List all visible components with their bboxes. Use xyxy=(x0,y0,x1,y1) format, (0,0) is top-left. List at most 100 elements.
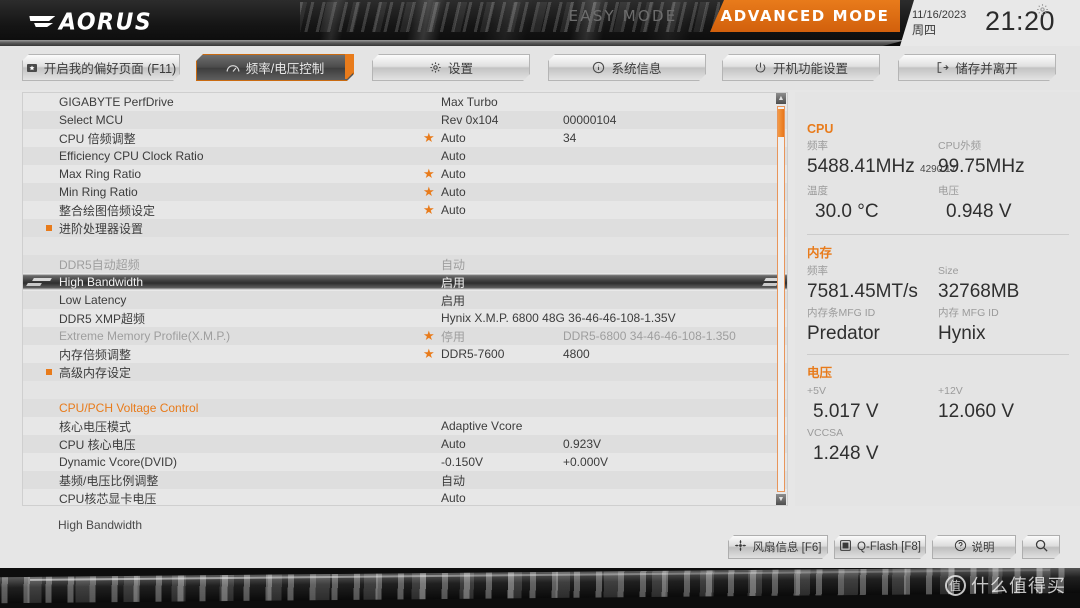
voltage-12v-value: 12.060 V xyxy=(938,401,1015,422)
row-label: Max Ring Ratio xyxy=(59,167,142,181)
row-value[interactable]: Auto xyxy=(441,149,466,163)
row-value[interactable]: Auto xyxy=(441,131,466,145)
memory-module-mfg-caption: 内存条MFG ID xyxy=(807,307,876,319)
row-value[interactable]: 自动 xyxy=(441,256,465,273)
row-value[interactable]: Auto xyxy=(441,167,466,181)
settings-row[interactable]: Dynamic Vcore(DVID) -0.150V +0.000V xyxy=(23,453,787,471)
settings-row[interactable]: Min Ring Ratio ★ Auto xyxy=(23,183,787,201)
row-label: Min Ring Ratio xyxy=(59,185,138,199)
tab-label: 设置 xyxy=(447,62,473,76)
aorus-logo: AORUS xyxy=(28,8,152,36)
settings-row[interactable]: 高级内存设定 xyxy=(23,363,787,381)
row-value[interactable]: Auto xyxy=(441,185,466,199)
gear-icon[interactable] xyxy=(1036,3,1049,16)
row-value[interactable]: 自动 xyxy=(441,472,465,489)
row-value[interactable]: Rev 0x104 xyxy=(441,113,498,127)
tab-label: 系统信息 xyxy=(611,62,662,76)
settings-row[interactable]: DDR5自动超频 自动 xyxy=(23,255,787,273)
tab-label: 开启我的偏好页面 (F11) xyxy=(43,62,177,76)
tab-boot[interactable]: 开机功能设置 xyxy=(722,54,880,81)
cpu-section-title: CPU xyxy=(807,122,834,136)
row-label: Low Latency xyxy=(59,293,127,307)
row-value[interactable]: Max Turbo xyxy=(441,95,498,109)
voltage-12v-caption: +12V xyxy=(938,385,963,397)
row-label: Dynamic Vcore(DVID) xyxy=(59,455,178,469)
favorite-star-icon[interactable]: ★ xyxy=(423,347,436,360)
settings-row-selected[interactable]: High Bandwidth 启用 xyxy=(23,273,787,291)
search-button[interactable] xyxy=(1022,535,1060,559)
scroll-down-icon[interactable]: ▼ xyxy=(776,494,786,505)
settings-row[interactable]: Extreme Memory Profile(X.M.P.) ★ 停用 DDR5-68… xyxy=(23,327,787,345)
row-value[interactable]: Auto xyxy=(441,203,466,217)
list-scrollbar[interactable]: ▲ ▼ xyxy=(775,93,787,505)
row-value[interactable]: 启用 xyxy=(441,292,465,309)
scrollbar-thumb[interactable] xyxy=(778,109,784,137)
row-secondary-value: 34 xyxy=(563,131,577,145)
row-value[interactable]: Auto xyxy=(441,491,466,505)
easy-mode-tab[interactable]: EASY MODE xyxy=(548,4,698,28)
tab-save-exit[interactable]: 储存并离开 xyxy=(898,54,1056,81)
row-value[interactable]: -0.150V xyxy=(441,455,483,469)
tab-settings[interactable]: 设置 xyxy=(372,54,530,81)
row-value[interactable]: 启用 xyxy=(441,274,465,291)
qflash-button[interactable]: Q-Flash [F8] xyxy=(834,535,926,559)
settings-row[interactable]: GIGABYTE PerfDrive Max Turbo xyxy=(23,93,787,111)
list-spacer xyxy=(23,237,787,255)
memory-dram-mfg-field: 内存 MFG ID Hynix xyxy=(938,306,1069,346)
settings-row[interactable]: 整合绘图倍频设定 ★ Auto xyxy=(23,201,787,219)
settings-row[interactable]: Select MCU Rev 0x104 00000104 xyxy=(23,111,787,129)
app-header: AORUS EASY MODE ADVANCED MODE 11/16/2023… xyxy=(0,0,1080,46)
favorite-star-icon[interactable]: ★ xyxy=(423,329,436,342)
scrollbar-track[interactable] xyxy=(777,106,785,492)
cpu-voltage-field: 电压 0.948 V xyxy=(938,184,1069,224)
row-secondary-value: DDR5-6800 34-46-46-108-1.350 xyxy=(563,329,736,343)
tab-label: 储存并离开 xyxy=(955,62,1018,76)
favorite-star-icon[interactable]: ★ xyxy=(423,185,436,198)
settings-row[interactable]: Max Ring Ratio ★ Auto xyxy=(23,165,787,183)
settings-row[interactable]: CPU 核心电压 Auto 0.923V xyxy=(23,435,787,453)
tab-favorites[interactable]: 开启我的偏好页面 (F11) xyxy=(22,54,180,81)
button-label: 风扇信息 [F6] xyxy=(752,542,822,554)
settings-row[interactable]: 进阶处理器设置 xyxy=(23,219,787,237)
settings-row[interactable]: CPU核芯显卡电压 Auto xyxy=(23,489,787,506)
row-value[interactable]: 停用 xyxy=(441,328,465,345)
voltage-5v-value: 5.017 V xyxy=(813,401,879,422)
memory-size-value: 32768MB xyxy=(938,281,1020,302)
tab-tweaker[interactable]: 频率/电压控制 xyxy=(196,54,354,81)
favorite-star-icon[interactable]: ★ xyxy=(423,203,436,216)
settings-row[interactable]: 内存倍频调整 ★ DDR5-7600 4800 xyxy=(23,345,787,363)
settings-row[interactable]: Efficiency CPU Clock Ratio Auto xyxy=(23,147,787,165)
settings-row[interactable]: 基频/电压比例调整 自动 xyxy=(23,471,787,489)
row-label: CPU/PCH Voltage Control xyxy=(59,401,199,415)
settings-row[interactable]: CPU 倍频调整 ★ Auto 34 xyxy=(23,129,787,147)
settings-row[interactable]: 核心电压模式 Adaptive Vcore xyxy=(23,417,787,435)
row-label: CPU核芯显卡电压 xyxy=(59,491,157,506)
help-button[interactable]: 说明 xyxy=(932,535,1016,559)
question-icon xyxy=(954,539,967,555)
settings-row[interactable]: DDR5 XMP超频 Hynix X.M.P. 6800 48G 36-46-46… xyxy=(23,309,787,327)
cpu-frequency-field: 频率 5488.41MHz 4290.17 xyxy=(807,139,956,182)
row-value[interactable]: DDR5-7600 xyxy=(441,347,504,361)
row-label: Efficiency CPU Clock Ratio xyxy=(59,149,204,163)
row-value[interactable]: Adaptive Vcore xyxy=(441,419,522,433)
row-value[interactable]: Hynix X.M.P. 6800 48G 36-46-46-108-1.35V xyxy=(441,311,676,325)
settings-row[interactable]: Low Latency 启用 xyxy=(23,291,787,309)
tab-system-info[interactable]: 系统信息 xyxy=(548,54,706,81)
memory-frequency-value: 7581.45MT/s xyxy=(807,281,918,302)
status-help-text: High Bandwidth xyxy=(58,518,143,532)
panel-divider-1 xyxy=(807,234,1069,235)
exit-icon xyxy=(936,61,949,74)
voltage-vccsa-value: 1.248 V xyxy=(813,443,879,464)
system-date: 11/16/2023 周四 xyxy=(912,8,966,38)
voltage-section-title: 电压 xyxy=(807,366,833,380)
settings-section-header[interactable]: CPU/PCH Voltage Control xyxy=(23,399,787,417)
settings-list[interactable]: GIGABYTE PerfDrive Max Turbo Select MCU Rev… xyxy=(22,92,788,506)
scroll-up-icon[interactable]: ▲ xyxy=(776,93,786,104)
fan-info-button[interactable]: 风扇信息 [F6] xyxy=(728,535,828,559)
memory-section-title: 内存 xyxy=(807,246,833,260)
memory-size-field: Size 32768MB xyxy=(938,264,1069,304)
row-value[interactable]: Auto xyxy=(441,437,466,451)
favorite-star-icon[interactable]: ★ xyxy=(423,131,436,144)
advanced-mode-tab[interactable]: ADVANCED MODE xyxy=(710,0,900,32)
favorite-star-icon[interactable]: ★ xyxy=(423,167,436,180)
